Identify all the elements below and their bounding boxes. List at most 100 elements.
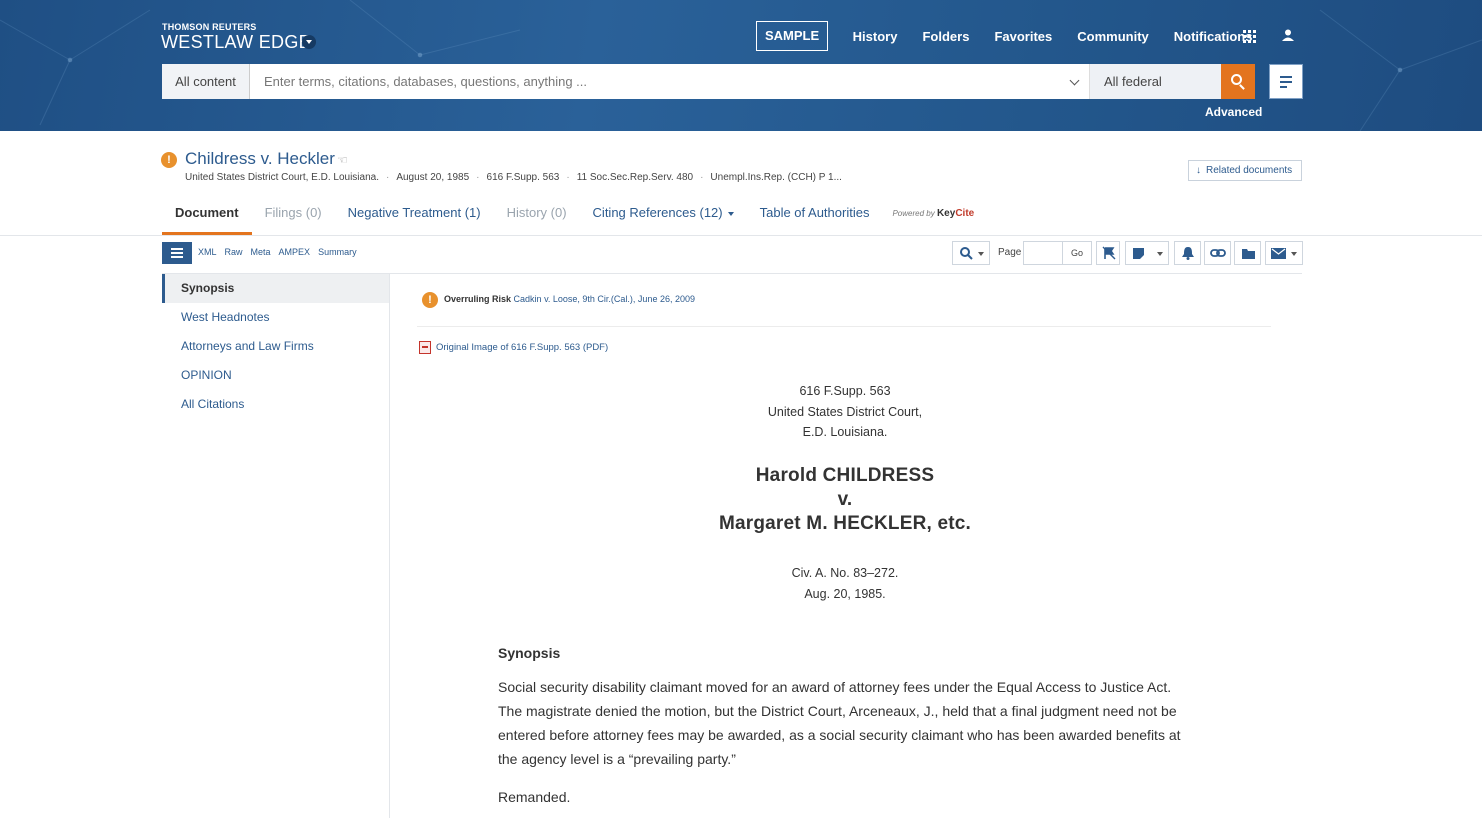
note-icon (1133, 248, 1144, 259)
meta-citation-2: 11 Soc.Sec.Rep.Serv. 480 (576, 172, 694, 183)
copy-link-button[interactable] (1204, 241, 1231, 265)
overruling-risk-notice: Overruling Risk Cadkin v. Loose, 9th Cir… (444, 294, 695, 304)
page-label: Page (998, 247, 1022, 258)
synopsis-heading: Synopsis (498, 645, 561, 661)
negative-treatment-flag-icon[interactable] (161, 152, 177, 168)
versus: v. (837, 489, 853, 510)
link-icon (1210, 249, 1226, 257)
search-history-chevron-icon[interactable] (1067, 64, 1089, 99)
toc-item-opinion[interactable]: OPINION (162, 361, 389, 390)
document-caption: 616 F.Supp. 563 United States District C… (690, 381, 1000, 443)
sidebar-divider (389, 273, 390, 818)
keycite-brand-cite: Cite (955, 208, 975, 219)
flag-toggle-button[interactable] (1096, 241, 1120, 265)
jurisdiction-select[interactable]: All federal (1089, 64, 1221, 99)
overruling-risk-label: Overruling Risk (444, 294, 512, 304)
synopsis-text: Social security disability claimant move… (498, 679, 1181, 767)
folder-icon (1242, 249, 1255, 259)
tab-negative-treatment[interactable]: Negative Treatment (1) (335, 199, 494, 235)
chevron-down-icon (1291, 252, 1297, 256)
powered-by-label: Powered by (892, 209, 935, 218)
table-of-contents: Synopsis West Headnotes Attorneys and La… (162, 274, 389, 419)
tab-citing-references[interactable]: Citing References (12) (580, 199, 747, 235)
related-documents-label: Related documents (1206, 165, 1293, 176)
search-button[interactable] (1221, 64, 1255, 99)
advanced-search-link[interactable]: Advanced (1205, 105, 1262, 119)
keycite-logo: Powered by KeyCite (882, 199, 974, 235)
party-defendant: Margaret M. HECKLER, etc. (718, 513, 972, 534)
nav-community[interactable]: Community (1077, 29, 1149, 44)
search-bar: All content All federal (162, 64, 1255, 99)
docket-info: Civ. A. No. 83–272. Aug. 20, 1985. (690, 563, 1000, 604)
email-icon (1271, 248, 1286, 259)
tab-citing-references-label: Citing References (12) (592, 205, 723, 220)
format-xml-link[interactable]: XML (198, 247, 217, 257)
document-tabs: Document Filings (0) Negative Treatment … (162, 199, 974, 235)
brand-product[interactable]: WESTLAW EDGE (161, 32, 311, 53)
nav-history[interactable]: History (853, 29, 898, 44)
meta-citation: 616 F.Supp. 563 (486, 172, 560, 183)
overruling-risk-case-link[interactable]: Cadkin v. Loose, 9th Cir.(Cal.), June 26… (514, 294, 695, 304)
chevron-down-icon (1157, 252, 1163, 256)
apps-grid-icon[interactable] (1243, 30, 1257, 44)
overruling-risk-icon (422, 292, 438, 308)
tab-document[interactable]: Document (162, 199, 252, 235)
toc-item-all-citations[interactable]: All Citations (162, 390, 389, 419)
document-metadata: United States District Court, E.D. Louis… (185, 172, 842, 183)
meta-citation-3: Unempl.Ins.Rep. (CCH) P 1... (710, 172, 842, 183)
related-documents-button[interactable]: ↓ Related documents (1188, 160, 1302, 181)
original-image-pdf-link[interactable]: Original Image of 616 F.Supp. 563 (PDF) (419, 341, 608, 354)
format-meta-link[interactable]: Meta (251, 247, 271, 257)
chevron-down-icon (727, 211, 734, 216)
disposition: Remanded. (498, 789, 571, 805)
divider (0, 235, 1482, 236)
top-navigation: SAMPLE History Folders Favorites Communi… (756, 21, 1265, 51)
page-number-input[interactable] (1023, 241, 1063, 265)
tab-history[interactable]: History (0) (494, 199, 580, 235)
format-summary-link[interactable]: Summary (318, 247, 357, 257)
hand-pointer-icon[interactable]: ☜ (337, 153, 348, 167)
pdf-icon (419, 341, 431, 354)
pdf-link-label: Original Image of 616 F.Supp. 563 (PDF) (436, 342, 609, 354)
research-recommendations-button[interactable] (1269, 64, 1303, 99)
court-district: E.D. Louisiana. (802, 425, 888, 439)
arrow-down-icon: ↓ (1196, 165, 1201, 176)
sample-button[interactable]: SAMPLE (756, 21, 829, 51)
delivery-button[interactable] (1265, 241, 1303, 265)
tab-filings[interactable]: Filings (0) (252, 199, 335, 235)
toc-item-attorneys[interactable]: Attorneys and Law Firms (162, 332, 389, 361)
format-raw-link[interactable]: Raw (225, 247, 243, 257)
nav-notifications[interactable]: Notifications (1174, 29, 1253, 44)
format-links: XML Raw Meta AMPEX Summary (198, 247, 365, 257)
citation: 616 F.Supp. 563 (799, 384, 891, 398)
toc-item-west-headnotes[interactable]: West Headnotes (162, 303, 389, 332)
product-switcher-chevron-icon[interactable] (302, 35, 316, 49)
search-scope-select[interactable]: All content (162, 64, 250, 99)
tab-table-of-authorities[interactable]: Table of Authorities (747, 199, 883, 235)
nav-favorites[interactable]: Favorites (994, 29, 1052, 44)
meta-court: United States District Court, E.D. Louis… (185, 172, 379, 183)
meta-date: August 20, 1985 (396, 172, 470, 183)
case-parties: Harold CHILDRESS v. Margaret M. HECKLER,… (690, 464, 1000, 536)
alert-button[interactable] (1174, 241, 1201, 265)
document-title: Childress v. Heckler (185, 149, 335, 168)
user-profile-icon[interactable] (1282, 29, 1294, 42)
page-go-button[interactable]: Go (1062, 241, 1092, 265)
search-icon (1231, 74, 1242, 85)
header: THOMSON REUTERS WESTLAW EDGE SAMPLE Hist… (0, 0, 1482, 131)
format-ampex-link[interactable]: AMPEX (279, 247, 311, 257)
search-input[interactable] (250, 64, 1067, 99)
search-icon (960, 247, 973, 260)
chevron-down-icon (978, 252, 984, 256)
divider (417, 326, 1271, 327)
search-within-button[interactable] (952, 241, 990, 265)
decision-date: Aug. 20, 1985. (804, 586, 886, 601)
table-of-contents-toggle[interactable] (162, 242, 192, 264)
party-plaintiff: Harold CHILDRESS (755, 465, 935, 486)
keycite-brand: Key (936, 208, 956, 219)
nav-folders[interactable]: Folders (922, 29, 969, 44)
save-to-folder-button[interactable] (1234, 241, 1261, 265)
annotations-button[interactable] (1125, 241, 1169, 265)
toc-item-synopsis[interactable]: Synopsis (162, 274, 389, 303)
court-name: United States District Court, (767, 404, 923, 419)
